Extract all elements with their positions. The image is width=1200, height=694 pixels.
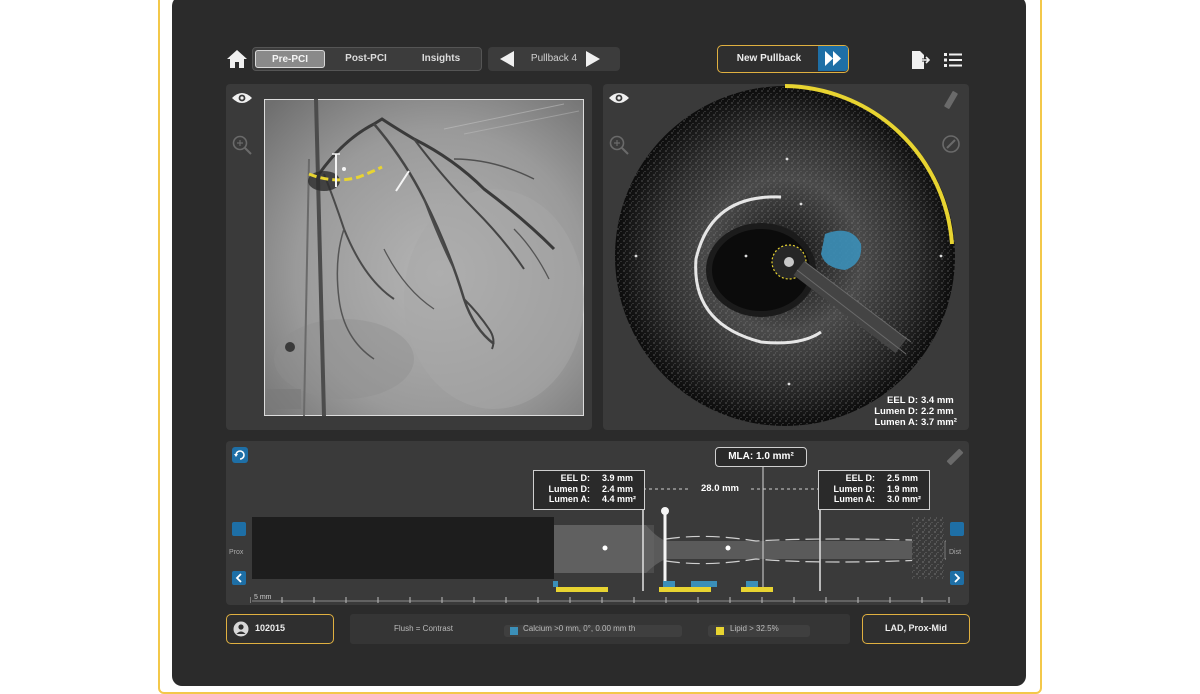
right-lumen-d-value: 1.9 mm [887, 483, 919, 494]
list-menu-icon[interactable] [942, 50, 964, 70]
chevron-right-icon[interactable] [950, 571, 964, 585]
tab-post-pci[interactable]: Post-PCI [329, 50, 403, 68]
bookmark-prox-button[interactable] [232, 522, 246, 536]
calcium-swatch [510, 627, 518, 635]
legend-bar: Flush = Contrast Calcium >0 mm, 0°, 0.00… [350, 614, 850, 644]
longitudinal-image [252, 465, 947, 602]
oct-eel-d-value: 3.4 mm [921, 395, 954, 406]
right-reference-box: EEL D: 2.5 mm Lumen D: 1.9 mm Lumen A: 3.0 … [818, 470, 930, 510]
distance-axis-ticks [250, 597, 950, 603]
oct-lumen-d-value: 2.2 mm [921, 406, 954, 417]
angiogram-image [264, 99, 584, 416]
lipid-swatch [716, 627, 724, 635]
new-pullback-label: New Pullback [736, 53, 802, 64]
next-pullback-icon[interactable] [584, 50, 602, 68]
calcium-legend-label: Calcium >0 mm, 0°, 0.00 mm th [523, 624, 636, 633]
prox-label: Prox [229, 549, 244, 556]
right-lumen-a-label: Lumen A: [833, 494, 875, 504]
vessel-segment-button[interactable]: LAD, Prox-Mid [862, 614, 970, 644]
flush-label: Flush = Contrast [394, 624, 453, 633]
left-eel-d-value: 3.9 mm [602, 473, 634, 483]
oct-lumen-a-value: 3.7 mm² [921, 417, 957, 428]
right-lumen-a-value: 3.0 mm² [887, 494, 922, 504]
oct-lumen-a-label: Lumen A: [874, 417, 918, 428]
pullback-selector: Pullback 4 [488, 47, 620, 71]
oct-eel-d-label: EEL D: [887, 395, 918, 406]
angiography-panel [226, 84, 592, 430]
left-lumen-a-value: 4.4 mm² [602, 494, 637, 504]
tab-insights[interactable]: Insights [405, 50, 477, 68]
home-icon[interactable] [226, 48, 248, 70]
right-eel-d-value: 2.5 mm [887, 473, 919, 483]
left-lumen-a-label: Lumen A: [548, 494, 590, 504]
tab-pre-pci[interactable]: Pre-PCI [255, 50, 325, 68]
right-eel-d-label: EEL D: [845, 473, 875, 483]
patient-button[interactable]: 102015 [226, 614, 334, 644]
lipid-legend-label: Lipid > 32.5% [730, 624, 779, 633]
left-eel-d-label: EEL D: [560, 473, 590, 483]
patient-id: 102015 [255, 623, 286, 633]
left-lumen-d-value: 2.4 mm [602, 483, 634, 494]
oct-lumen-d-label: Lumen D: [874, 406, 918, 417]
dist-label: Dist [949, 549, 962, 556]
oct-cross-section-panel: EEL D: 3.4 mm Lumen D: 2.2 mm Lumen A: 3… [603, 84, 969, 430]
segment-length: 28.0 mm [690, 483, 750, 495]
left-lumen-d-label: Lumen D: [548, 483, 591, 494]
left-reference-box: EEL D: 3.9 mm Lumen D: 2.4 mm Lumen A: 4.4 … [533, 470, 645, 510]
fast-forward-icon [818, 46, 848, 71]
pullback-label: Pullback 4 [530, 53, 578, 64]
zoom-icon[interactable] [231, 134, 253, 156]
bookmark-dist-button[interactable] [950, 522, 964, 536]
eye-icon[interactable] [231, 90, 253, 106]
oct-image [615, 84, 955, 426]
workflow-tabs: Pre-PCI Post-PCI Insights [252, 47, 482, 71]
mla-badge[interactable]: MLA: 1.0 mm² [715, 447, 807, 467]
export-icon[interactable] [910, 50, 932, 70]
new-pullback-button[interactable]: New Pullback [717, 45, 849, 73]
right-lumen-d-label: Lumen D: [833, 483, 876, 494]
chevron-left-icon[interactable] [232, 571, 246, 585]
user-icon [233, 621, 249, 637]
